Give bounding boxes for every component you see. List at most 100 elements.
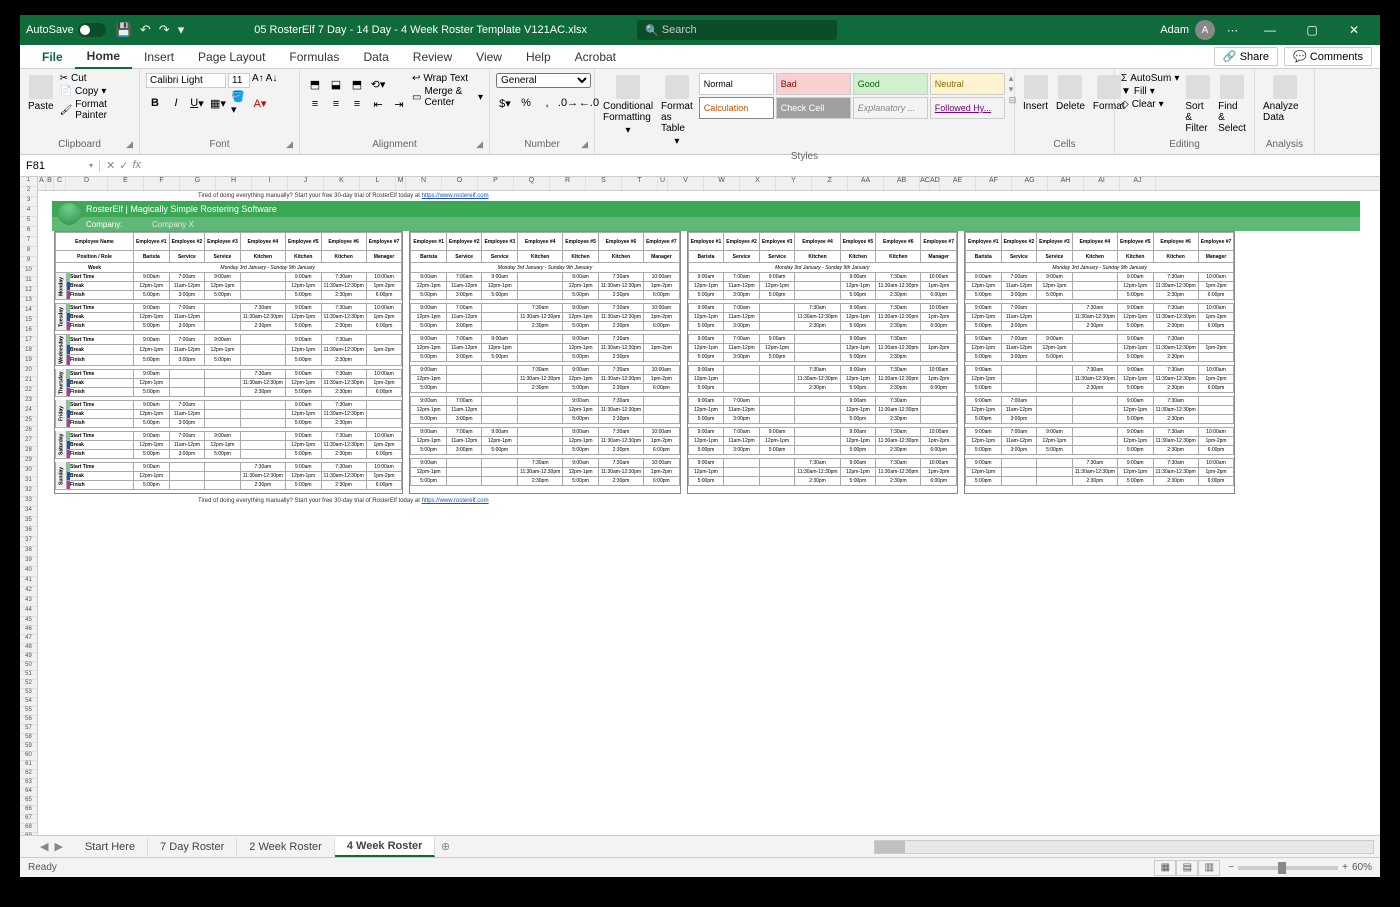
schedule-cell[interactable] (759, 415, 795, 424)
schedule-cell[interactable] (1037, 304, 1073, 313)
schedule-cell[interactable] (482, 415, 518, 424)
schedule-cell[interactable]: 1pm-2pm (644, 282, 680, 291)
tab-insert[interactable]: Insert (132, 46, 186, 68)
schedule-cell[interactable] (759, 304, 795, 313)
schedule-cell[interactable]: 5:00pm (563, 384, 599, 393)
schedule-cell[interactable]: 1pm-2pm (644, 313, 680, 322)
dialog-launcher-icon[interactable]: ◢ (126, 139, 133, 150)
schedule-cell[interactable]: 6:00pm (366, 291, 402, 300)
schedule-cell[interactable] (1072, 446, 1117, 455)
enter-formula-icon[interactable]: ✓ (119, 159, 128, 172)
schedule-cell[interactable]: 12pm-1pm (205, 345, 241, 355)
schedule-cell[interactable] (1072, 273, 1117, 282)
zoom-level[interactable]: 60% (1352, 862, 1372, 873)
schedule-cell[interactable]: 1pm-2pm (1198, 375, 1234, 384)
schedule-cell[interactable]: 5:00pm (134, 322, 170, 331)
analyze-data-button[interactable]: Analyze Data (1261, 73, 1308, 125)
schedule-cell[interactable]: 12pm-1pm (482, 344, 518, 353)
schedule-cell[interactable]: 12pm-1pm (285, 282, 321, 291)
schedule-cell[interactable]: 12pm-1pm (563, 344, 599, 353)
style-followed-hyperlink[interactable]: Followed Hy... (930, 97, 1005, 119)
schedule-cell[interactable]: 5:00pm (688, 415, 724, 424)
minimize-button[interactable]: — (1250, 16, 1290, 44)
schedule-cell[interactable]: 11:30am-12:30pm (795, 375, 840, 384)
schedule-cell[interactable] (1037, 477, 1073, 486)
schedule-cell[interactable]: 9:00am (1117, 366, 1153, 375)
schedule-cell[interactable] (482, 468, 518, 477)
schedule-cell[interactable]: 5:00pm (134, 291, 170, 300)
schedule-cell[interactable]: 12pm-1pm (1117, 437, 1153, 446)
schedule-cell[interactable]: 2:30pm (876, 384, 921, 393)
schedule-cell[interactable]: 11:30am-12:30pm (876, 344, 921, 353)
schedule-cell[interactable]: 2:30pm (321, 291, 366, 300)
italic-button[interactable]: I (167, 94, 185, 112)
schedule-cell[interactable] (1198, 353, 1234, 362)
schedule-cell[interactable]: 7:30am (876, 459, 921, 468)
schedule-cell[interactable]: 9:00am (285, 369, 321, 378)
comments-button[interactable]: 💬 Comments (1284, 47, 1372, 66)
schedule-cell[interactable]: 3:00pm (169, 355, 205, 365)
schedule-cell[interactable]: 9:00am (411, 428, 447, 437)
schedule-cell[interactable] (1037, 397, 1073, 406)
schedule-cell[interactable]: 2:30pm (598, 322, 643, 331)
schedule-cell[interactable]: 1pm-2pm (366, 471, 402, 480)
schedule-cell[interactable] (518, 344, 563, 353)
schedule-cell[interactable]: 5:00pm (134, 387, 170, 396)
schedule-cell[interactable]: 11:30am-12:30pm (321, 378, 366, 387)
schedule-cell[interactable] (205, 378, 241, 387)
schedule-cell[interactable]: 10:00am (644, 459, 680, 468)
schedule-cell[interactable]: 7:30am (240, 304, 285, 313)
schedule-cell[interactable] (759, 477, 795, 486)
schedule-cell[interactable]: 6:00pm (1198, 322, 1234, 331)
dialog-launcher-icon[interactable]: ◢ (286, 139, 293, 150)
schedule-cell[interactable]: 12pm-1pm (563, 375, 599, 384)
schedule-cell[interactable]: 5:00pm (205, 355, 241, 365)
schedule-cell[interactable]: 3:00pm (724, 291, 760, 300)
schedule-cell[interactable]: 5:00pm (482, 446, 518, 455)
schedule-cell[interactable]: 12pm-1pm (1117, 282, 1153, 291)
schedule-cell[interactable]: 7:00am (446, 273, 482, 282)
schedule-cell[interactable]: 7:30am (876, 335, 921, 344)
schedule-cell[interactable]: 5:00pm (482, 291, 518, 300)
schedule-cell[interactable]: 5:00pm (840, 446, 876, 455)
schedule-cell[interactable]: 5:00pm (134, 355, 170, 365)
schedule-cell[interactable]: 12pm-1pm (205, 440, 241, 449)
schedule-cell[interactable]: 7:00am (724, 397, 760, 406)
schedule-cell[interactable]: 7:30am (876, 304, 921, 313)
align-top-icon[interactable]: ⬒ (306, 75, 324, 93)
schedule-cell[interactable] (205, 418, 241, 427)
schedule-cell[interactable]: 1pm-2pm (1198, 282, 1234, 291)
schedule-cell[interactable]: 9:00am (563, 304, 599, 313)
schedule-cell[interactable] (240, 335, 285, 345)
schedule-cell[interactable] (795, 273, 840, 282)
schedule-cell[interactable] (205, 369, 241, 378)
schedule-cell[interactable] (795, 282, 840, 291)
schedule-cell[interactable]: 5:00pm (134, 449, 170, 458)
schedule-cell[interactable] (518, 397, 563, 406)
schedule-cell[interactable]: 10:00am (921, 304, 957, 313)
schedule-cell[interactable]: 11:30am-12:30pm (518, 313, 563, 322)
schedule-cell[interactable]: 7:00am (724, 304, 760, 313)
schedule-cell[interactable]: 2:30pm (240, 480, 285, 489)
schedule-cell[interactable]: 3:00pm (724, 446, 760, 455)
schedule-cell[interactable] (1001, 375, 1037, 384)
schedule-cell[interactable] (644, 353, 680, 362)
schedule-cell[interactable]: 10:00am (366, 431, 402, 440)
style-check-cell[interactable]: Check Cell (776, 97, 851, 119)
schedule-cell[interactable] (446, 477, 482, 486)
schedule-cell[interactable] (240, 409, 285, 418)
schedule-cell[interactable]: 2:30pm (876, 353, 921, 362)
schedule-cell[interactable]: 5:00pm (563, 353, 599, 362)
schedule-cell[interactable] (446, 375, 482, 384)
schedule-cell[interactable]: 9:00am (411, 366, 447, 375)
schedule-cell[interactable] (795, 415, 840, 424)
schedule-cell[interactable]: 5:00pm (205, 449, 241, 458)
schedule-cell[interactable]: 7:30am (1153, 366, 1198, 375)
schedule-cell[interactable]: 9:00am (563, 397, 599, 406)
schedule-cell[interactable]: 11:30am-12:30pm (876, 375, 921, 384)
schedule-cell[interactable]: 6:00pm (921, 384, 957, 393)
schedule-cell[interactable]: 6:00pm (921, 477, 957, 486)
schedule-cell[interactable]: 9:00am (1037, 428, 1073, 437)
schedule-cell[interactable]: 1pm-2pm (921, 282, 957, 291)
schedule-cell[interactable]: 7:30am (598, 273, 643, 282)
